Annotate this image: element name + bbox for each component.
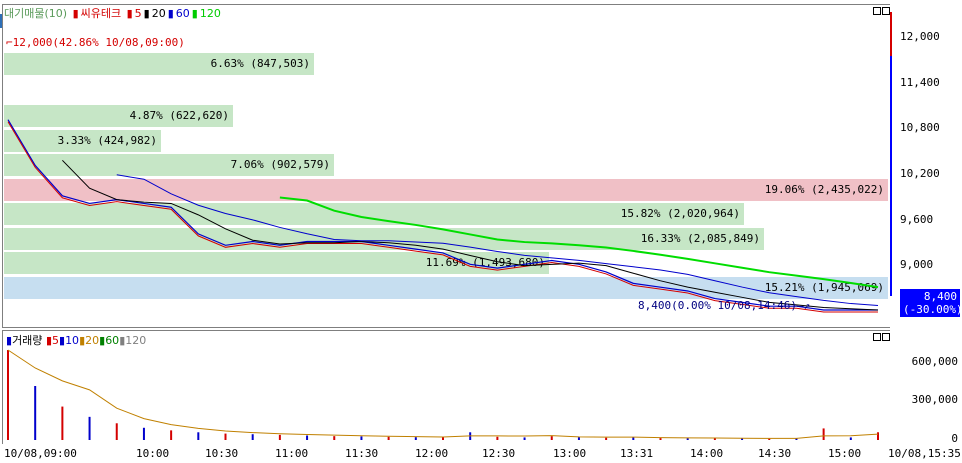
price-legend: 대기매물(10) ▮ 씨유테크 ▮ 5 ▮ 20 ▮ 60 ▮ 120 [4, 5, 225, 21]
axis-up-range-bar [890, 12, 892, 56]
volume-bar [605, 437, 608, 440]
current-price-change: (-30.00%) [903, 303, 962, 316]
volume-ma-label: 20 [85, 334, 100, 347]
volume-bar [523, 437, 526, 440]
chart-window: 호 6.63% (847,503)4.87% (622,620)3.33% (4… [0, 0, 962, 463]
volume-bar [387, 436, 390, 440]
time-tick-label: 15:00 [828, 447, 862, 460]
volume-legend-title: 거래량 [12, 334, 43, 347]
price-legend-stock: 씨유테크 [80, 7, 122, 20]
volume-tick-label: 300,000 [911, 393, 958, 407]
volume-bar [115, 423, 118, 440]
volume-bar [142, 427, 145, 440]
price-line-up [7, 121, 878, 313]
price-tick-label: 11,400 [900, 75, 940, 89]
price-tick-label: 12,000 [900, 30, 940, 43]
volume-bar [442, 437, 444, 440]
volume-tick-label: 600,000 [911, 354, 958, 368]
volume-bar [577, 437, 580, 440]
volume-bar [61, 406, 64, 440]
min-price-note: 8,400(0.00% 10/08,14:46)—↗ [638, 299, 810, 312]
price-ma-marker-icon: ▮ [191, 7, 198, 20]
volume-ma-legend: ▮5▮10▮20▮60▮120 [46, 334, 146, 347]
volume-bar [34, 386, 37, 440]
time-tick-label: 13:31 [620, 447, 654, 460]
volume-ma-line [7, 349, 879, 439]
time-tick-label: 14:00 [690, 447, 724, 460]
volume-bar [333, 436, 336, 440]
volume-legend: ▮거래량 ▮5▮10▮20▮60▮120 [6, 332, 146, 348]
volume-bar [713, 438, 716, 440]
volume-ma-label: 5 [52, 334, 59, 347]
price-ma-marker-icon: ▮ [143, 7, 150, 20]
volume-ma-label: 60 [105, 334, 120, 347]
time-tick-label: 11:00 [275, 447, 309, 460]
volume-bar [251, 434, 254, 440]
volume-bar [278, 434, 281, 440]
max-price-note: ⌐12,000(42.86% 10/08,09:00) [6, 36, 185, 49]
time-tick-label: 10/08,09:00 [4, 447, 77, 460]
price-ma-legend: ▮ 5 ▮ 20 ▮ 60 ▮ 120 [127, 7, 223, 20]
price-ma-label: 60 [175, 7, 190, 20]
max-arrow-icon: ⌐ [6, 36, 13, 49]
volume-bar [414, 437, 417, 440]
volume-ma-label: 120 [125, 334, 147, 347]
price-legend-title: 대기매물(10) [4, 7, 68, 20]
price-ma-label: 120 [199, 7, 221, 20]
current-price-badge: 8,400 (-30.00%) [900, 289, 962, 317]
min-arrow-icon: —↗ [796, 299, 811, 312]
time-tick-label: 14:30 [758, 447, 792, 460]
volume-bar [306, 435, 309, 440]
time-tick-label: 10:30 [205, 447, 239, 460]
volume-bar [496, 436, 499, 440]
volume-bar [849, 437, 852, 440]
price-tick-label: 9,600 [900, 212, 934, 226]
time-tick-label: 12:30 [482, 447, 516, 460]
volume-bar [768, 438, 771, 440]
volume-bar [632, 437, 635, 440]
time-tick-label: 11:30 [345, 447, 379, 460]
volume-bar [877, 432, 879, 440]
volume-bar [822, 428, 825, 440]
time-tick-label: 13:00 [553, 447, 587, 460]
price-ma-marker-icon: ▮ [167, 7, 174, 20]
price-tick-label: 10,800 [900, 121, 940, 135]
price-tick-label: 9,000 [900, 258, 934, 272]
volume-bar [224, 433, 227, 440]
price-line [7, 119, 878, 311]
time-tick-label: 12:00 [415, 447, 449, 460]
min-price-text: 8,400(0.00% 10/08,14:46) [638, 299, 797, 312]
time-tick-label: 10/08,15:35 [888, 447, 961, 460]
volume-ma-label: 10 [65, 334, 80, 347]
volume-bar [550, 436, 553, 440]
price-ma-label: 5 [134, 7, 142, 20]
volume-bar [360, 436, 363, 440]
volume-bar [88, 416, 91, 440]
time-tick-label: 10:00 [136, 447, 170, 460]
volume-bar [7, 350, 9, 440]
max-price-text: 12,000(42.86% 10/08,09:00) [12, 36, 185, 49]
volume-bar [197, 432, 200, 440]
volume-bar [170, 430, 173, 440]
price-ma-marker-icon: ▮ [126, 7, 133, 20]
volume-bar [659, 438, 662, 440]
price-chart-svg [7, 119, 879, 313]
axis-down-range-bar [890, 56, 892, 296]
price-tick-label: 10,200 [900, 167, 940, 180]
volume-bar [686, 438, 689, 440]
price-ma-label: 20 [151, 7, 166, 20]
current-price-value: 8,400 [923, 290, 957, 303]
legend-marker-icon: ▮ [72, 7, 79, 20]
